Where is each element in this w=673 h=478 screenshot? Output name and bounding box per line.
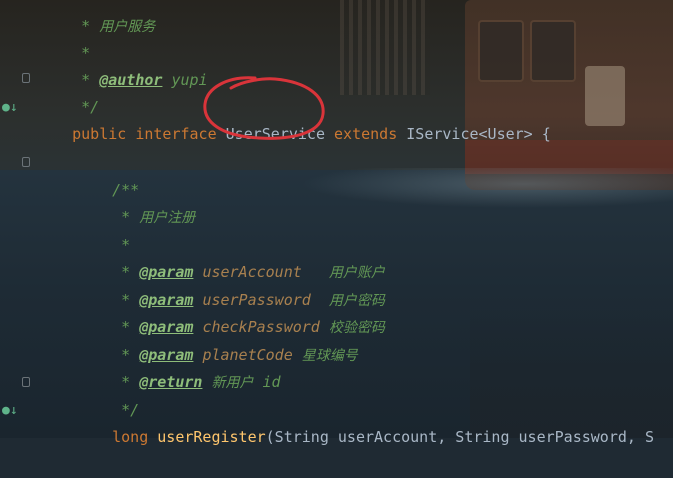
code-line-comment: * 用户注册 [112,208,196,226]
javadoc-tag: @author [99,71,163,89]
code-line-comment: * 用户服务 [72,17,156,35]
fold-marker-icon[interactable] [22,157,30,167]
code-line-javadoc-start: /** [112,181,140,199]
code-line-param: * @param checkPassword 校验密码 [112,318,385,336]
javadoc-tag: @return [139,373,203,391]
code-line-comment: * [112,236,131,254]
code-line-param: * @param userAccount 用户账户 [112,263,385,281]
code-line-comment: * [72,44,91,62]
interface-name: UserService [225,125,325,143]
fold-marker-icon[interactable] [22,73,30,83]
code-line-return: * @return 新用户 id [112,373,281,391]
code-line-javadoc-end: */ [112,401,140,419]
code-line-author: * @author yupi [72,71,208,89]
implemented-marker-icon[interactable]: ●↓ [2,101,18,115]
code-line-comment-end: */ [72,98,100,116]
code-editor[interactable]: * 用户服务 * * @author yupi */ ●↓ public int… [0,0,673,446]
code-line-method-signature: long userRegister(String userAccount, St… [112,428,654,446]
code-line-interface-declaration: public interface UserService extends ISe… [72,125,551,143]
method-name: userRegister [157,428,266,446]
code-line-param: * @param userPassword 用户密码 [112,291,385,309]
implemented-marker-icon[interactable]: ●↓ [2,404,18,418]
code-line-param: * @param planetCode 星球编号 [112,346,358,364]
fold-marker-icon[interactable] [22,377,30,387]
